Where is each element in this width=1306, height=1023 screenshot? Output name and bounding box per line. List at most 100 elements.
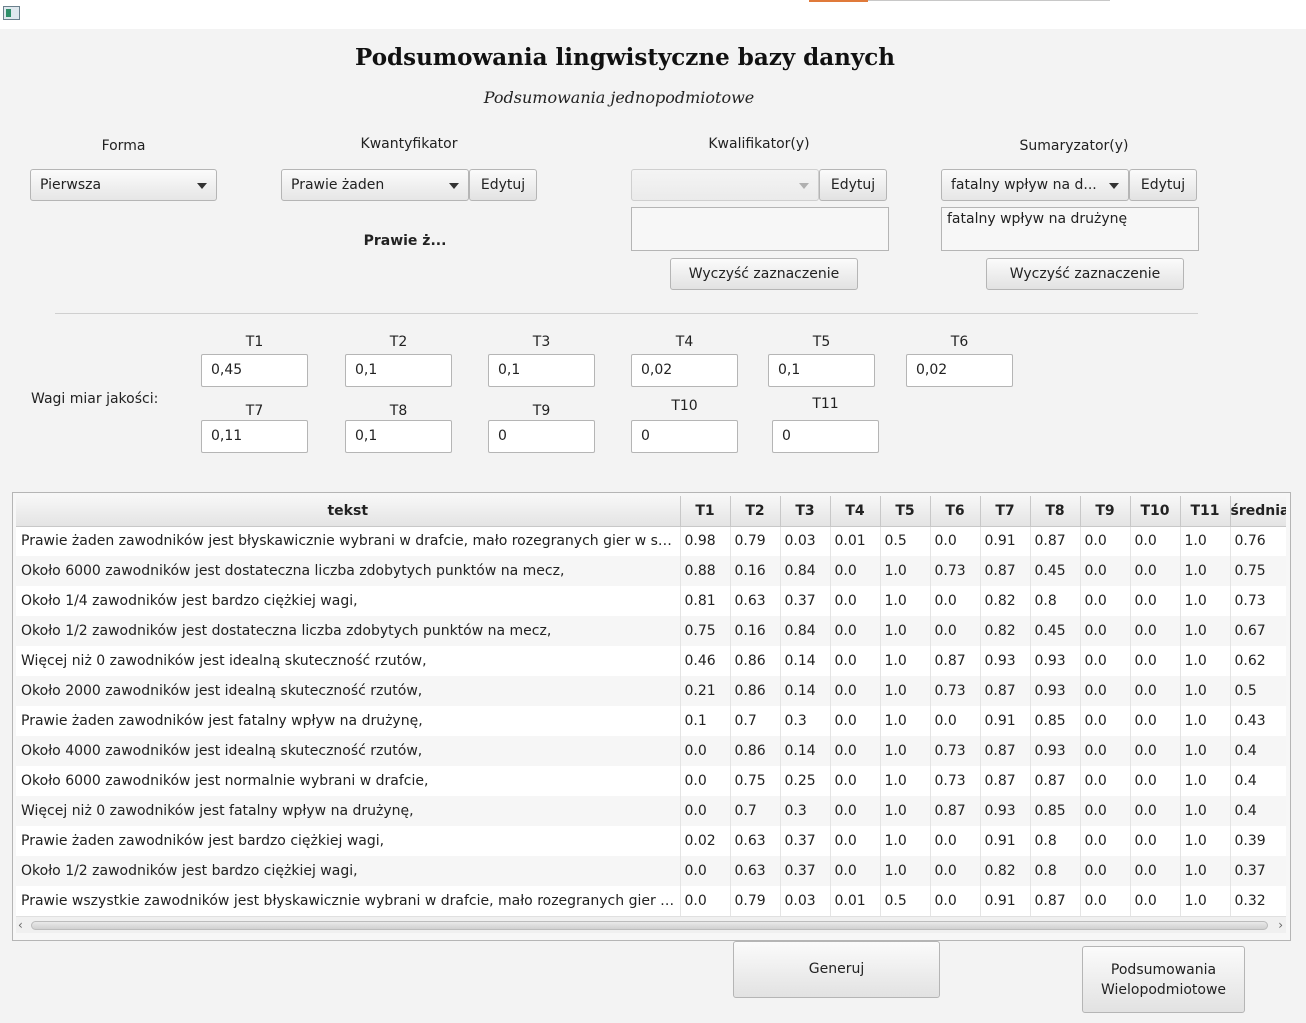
weight-t11-field[interactable]: 0	[772, 420, 879, 453]
cell-value: 1.0	[1180, 886, 1231, 916]
weight-t9-field[interactable]: 0	[488, 420, 595, 453]
weight-t10-field[interactable]: 0	[631, 420, 738, 453]
cell-value: 0.0	[830, 646, 881, 676]
weight-t1-field[interactable]: 0,45	[201, 354, 308, 387]
cell-value: 0.76	[1230, 526, 1286, 556]
column-header-t1[interactable]: T1	[680, 496, 731, 527]
table-row[interactable]: Prawie żaden zawodników jest bardzo cięż…	[16, 826, 1286, 856]
generate-button[interactable]: Generuj	[733, 941, 940, 998]
cell-value: 0.86	[730, 676, 781, 706]
cell-value: 0.0	[1080, 856, 1131, 886]
cell-value: 1.0	[1180, 526, 1231, 556]
cell-value: 0.16	[730, 616, 781, 646]
cell-value: 0.73	[930, 556, 981, 586]
cell-value: 0.0	[930, 586, 981, 616]
cell-value: 0.39	[1230, 826, 1286, 856]
table-row[interactable]: Około 6000 zawodników jest normalnie wyb…	[16, 766, 1286, 796]
cell-value: 0.7	[730, 706, 781, 736]
cell-value: 0.93	[980, 796, 1031, 826]
table-row[interactable]: Około 1/2 zawodników jest bardzo ciężkie…	[16, 856, 1286, 886]
table-body: Prawie żaden zawodników jest błyskawiczn…	[16, 526, 1286, 916]
cell-value: 0.0	[1130, 886, 1181, 916]
cell-value: 0.87	[1030, 886, 1081, 916]
kwalifikator-combo[interactable]	[631, 169, 819, 201]
cell-value: 0.67	[1230, 616, 1286, 646]
table-row[interactable]: Około 1/2 zawodników jest dostateczna li…	[16, 616, 1286, 646]
horizontal-scrollbar[interactable]: ‹ ›	[16, 916, 1286, 933]
cell-value: 1.0	[1180, 616, 1231, 646]
sumaryzator-list[interactable]: fatalny wpływ na drużynę	[941, 207, 1199, 251]
cell-value: 0.98	[680, 526, 731, 556]
cell-value: 0.0	[930, 616, 981, 646]
results-table-container: tekst T1 T2 T3 T4 T5 T6 T7 T8 T9 T10 T11 średnia Pra…	[12, 492, 1291, 941]
kwantyfikator-edit-button[interactable]: Edytuj	[469, 169, 537, 201]
cell-value: 0.4	[1230, 736, 1286, 766]
table-row[interactable]: Około 4000 zawodników jest idealną skute…	[16, 736, 1286, 766]
table-row[interactable]: Około 2000 zawodników jest idealną skute…	[16, 676, 1286, 706]
sumaryzator-list-item[interactable]: fatalny wpływ na drużynę	[947, 211, 1193, 227]
cell-value: 0.0	[1080, 766, 1131, 796]
cell-value: 0.45	[1030, 616, 1081, 646]
weight-t5-label: T5	[812, 334, 831, 350]
table-row[interactable]: Około 1/4 zawodników jest bardzo ciężkie…	[16, 586, 1286, 616]
kwantyfikator-combo[interactable]: Prawie żaden	[281, 169, 469, 201]
weight-t5-field[interactable]: 0,1	[768, 354, 875, 387]
weight-t7-field[interactable]: 0,11	[201, 420, 308, 453]
cell-value: 1.0	[880, 736, 931, 766]
table-row[interactable]: Około 6000 zawodników jest dostateczna l…	[16, 556, 1286, 586]
scrollbar-thumb[interactable]	[31, 921, 1268, 930]
cell-value: 0.82	[980, 616, 1031, 646]
weight-t4-field[interactable]: 0,02	[631, 354, 738, 387]
kwalifikator-list[interactable]	[631, 207, 889, 251]
table-row[interactable]: Prawie wszystkie zawodników jest błyskaw…	[16, 886, 1286, 916]
weight-t8-field[interactable]: 0,1	[345, 420, 452, 453]
column-header-t7[interactable]: T7	[980, 496, 1031, 527]
weight-t3-field[interactable]: 0,1	[488, 354, 595, 387]
scroll-right-icon[interactable]: ›	[1278, 918, 1283, 932]
cell-tekst: Więcej niż 0 zawodników jest idealną sku…	[16, 646, 681, 676]
scroll-left-icon[interactable]: ‹	[18, 918, 23, 932]
weight-t8-label: T8	[389, 403, 408, 419]
column-header-t8[interactable]: T8	[1030, 496, 1081, 527]
sumaryzator-clear-button[interactable]: Wyczyść zaznaczenie	[986, 258, 1184, 290]
sumaryzator-combo[interactable]: fatalny wpływ na d...	[941, 169, 1129, 201]
cell-value: 0.0	[1130, 646, 1181, 676]
cell-value: 0.1	[680, 706, 731, 736]
cell-value: 0.87	[1030, 766, 1081, 796]
sumaryzator-edit-button[interactable]: Edytuj	[1129, 169, 1197, 201]
weight-t6-field[interactable]: 0,02	[906, 354, 1013, 387]
forma-combo[interactable]: Pierwsza	[30, 169, 217, 201]
cell-value: 0.87	[1030, 526, 1081, 556]
kwalifikator-edit-button[interactable]: Edytuj	[819, 169, 887, 201]
tab-underline	[868, 0, 1110, 1]
kwalifikator-clear-button[interactable]: Wyczyść zaznaczenie	[670, 258, 858, 290]
weight-t2-field[interactable]: 0,1	[345, 354, 452, 387]
table-row[interactable]: Prawie żaden zawodników jest błyskawiczn…	[16, 526, 1286, 556]
cell-value: 0.87	[980, 676, 1031, 706]
cell-value: 0.88	[680, 556, 731, 586]
cell-value: 0.37	[780, 586, 831, 616]
cell-value: 0.0	[680, 796, 731, 826]
table-row[interactable]: Więcej niż 0 zawodników jest fatalny wpł…	[16, 796, 1286, 826]
multi-subject-button[interactable]: Podsumowania Wielopodmiotowe	[1082, 946, 1245, 1013]
column-header-t2[interactable]: T2	[730, 496, 781, 527]
cell-value: 0.4	[1230, 796, 1286, 826]
column-header-t6[interactable]: T6	[930, 496, 981, 527]
column-header-t11[interactable]: T11	[1180, 496, 1231, 527]
column-header-t5[interactable]: T5	[880, 496, 931, 527]
results-table-viewport[interactable]: tekst T1 T2 T3 T4 T5 T6 T7 T8 T9 T10 T11 średnia Pra…	[16, 496, 1286, 916]
column-header-t9[interactable]: T9	[1080, 496, 1131, 527]
column-header-t10[interactable]: T10	[1130, 496, 1181, 527]
table-row[interactable]: Prawie żaden zawodników jest fatalny wpł…	[16, 706, 1286, 736]
column-header-tekst[interactable]: tekst	[16, 496, 681, 527]
column-header-t3[interactable]: T3	[780, 496, 831, 527]
table-row[interactable]: Więcej niż 0 zawodników jest idealną sku…	[16, 646, 1286, 676]
cell-value: 0.0	[1080, 556, 1131, 586]
cell-value: 0.93	[1030, 646, 1081, 676]
cell-tekst: Około 2000 zawodników jest idealną skute…	[16, 676, 681, 706]
cell-value: 0.73	[930, 766, 981, 796]
column-header-t4[interactable]: T4	[830, 496, 881, 527]
column-header-srednia[interactable]: średnia	[1230, 496, 1286, 527]
cell-value: 0.32	[1230, 886, 1286, 916]
multi-subject-line1: Podsumowania	[1110, 961, 1217, 978]
